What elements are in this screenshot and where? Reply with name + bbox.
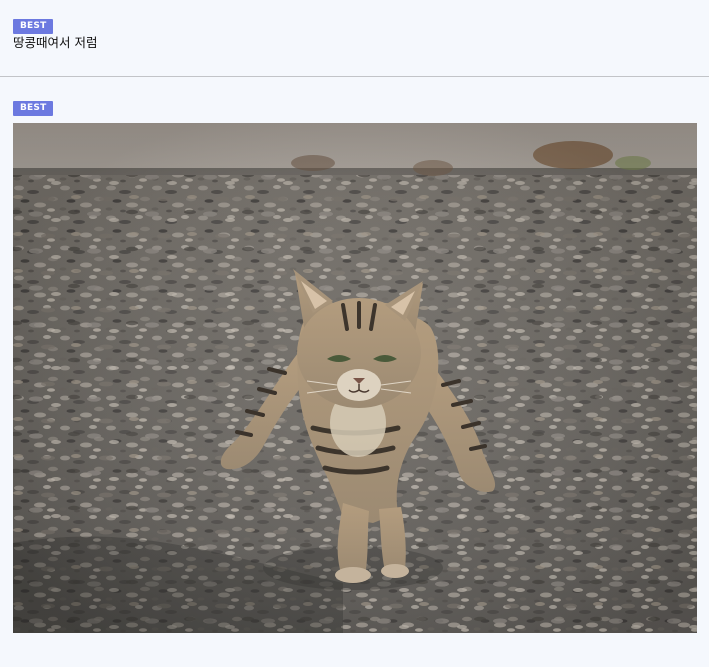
best-badge: BEST: [13, 19, 54, 34]
post-title-link[interactable]: 땅콩때여서 저럼: [13, 35, 97, 51]
cat-photo: [13, 123, 697, 633]
page: BEST 땅콩때여서 저럼 BEST: [0, 0, 709, 667]
section-divider: [0, 76, 709, 77]
best-badge-body: BEST: [13, 101, 54, 116]
